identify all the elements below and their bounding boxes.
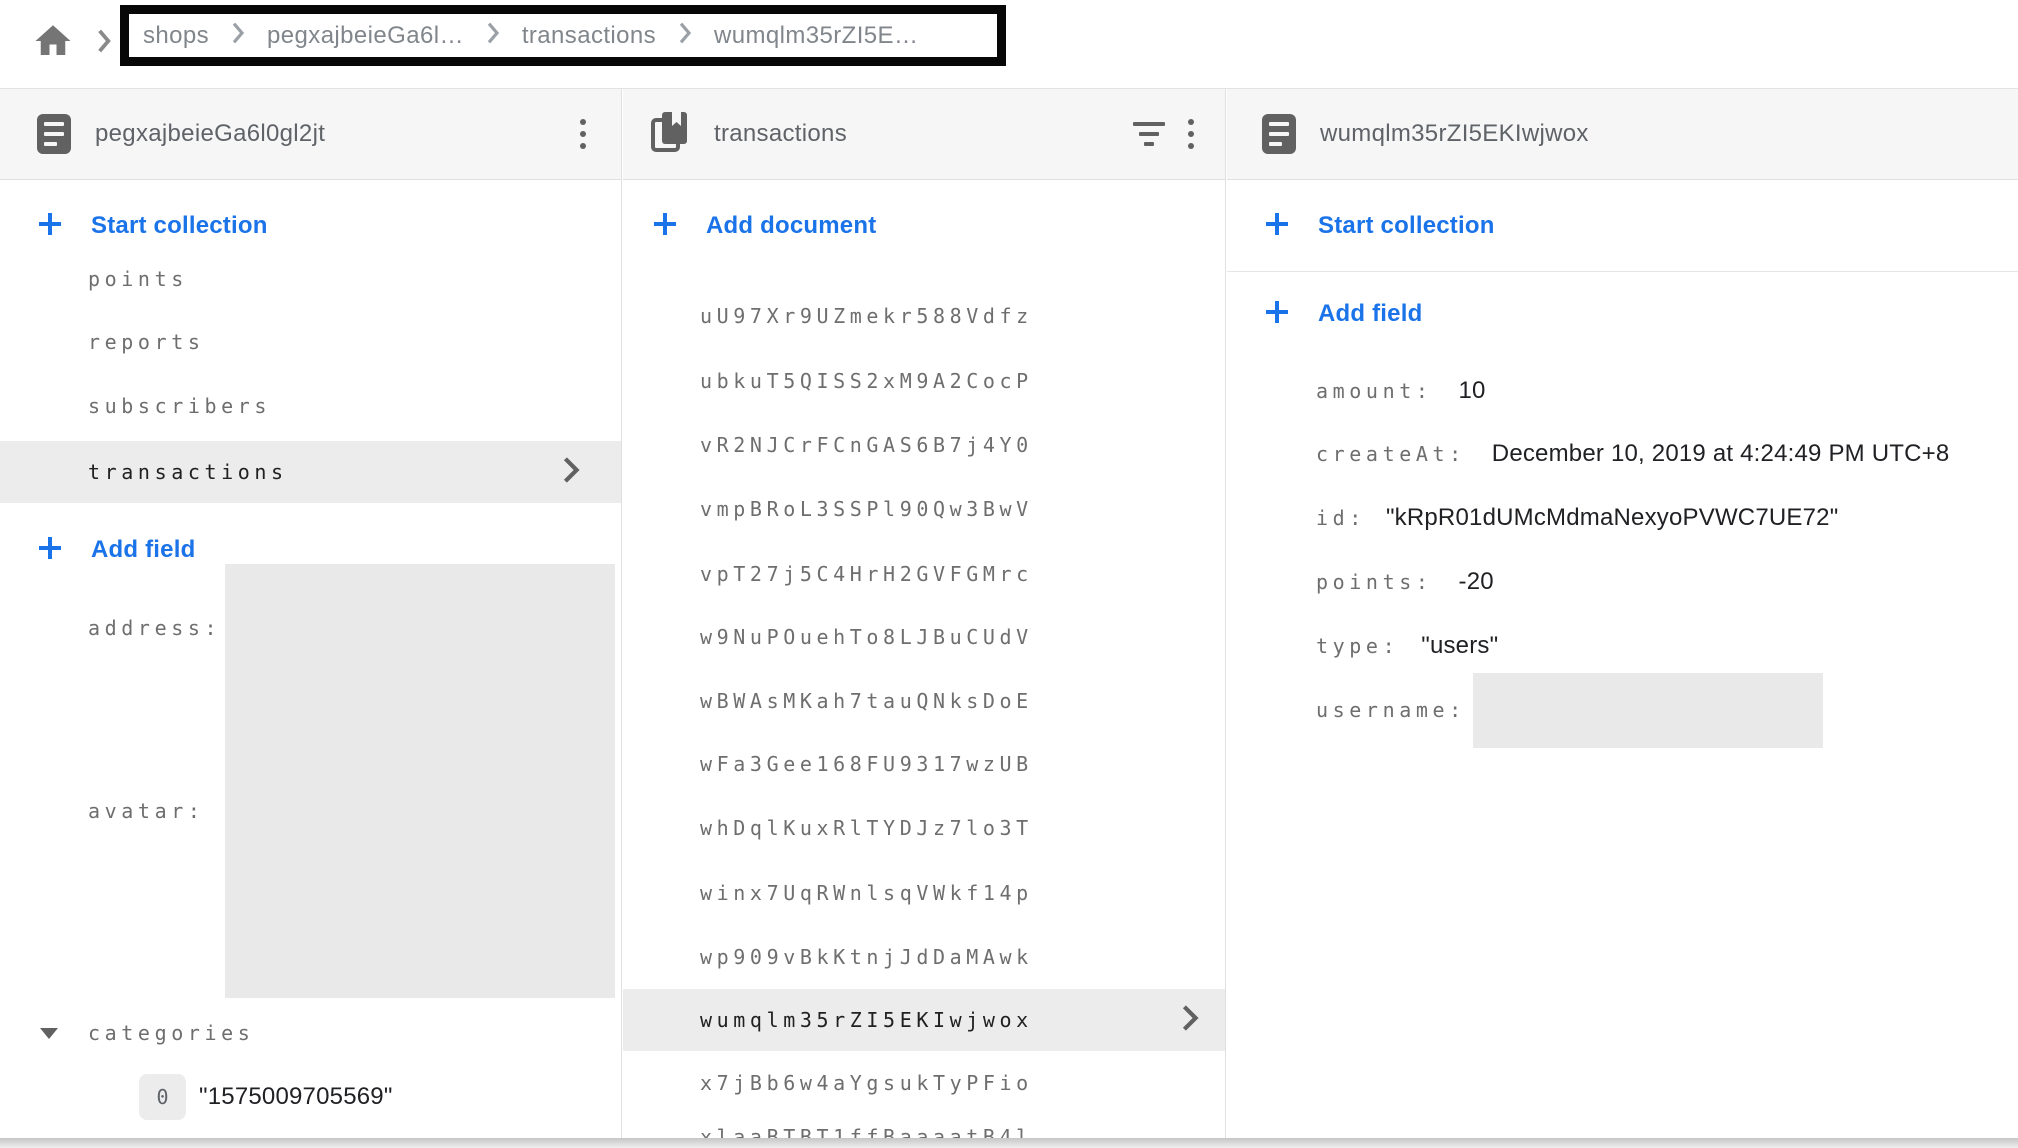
- collapse-triangle-icon[interactable]: [40, 1028, 58, 1039]
- redacted-field-values: [225, 564, 615, 998]
- transactions-collection-panel: transactions Add document uU97Xr9UZmekr5…: [623, 89, 1226, 1138]
- add-field-button[interactable]: Add field: [1262, 292, 2018, 336]
- chevron-right-icon: [1181, 1004, 1199, 1037]
- annotation-highlight-box: shops pegxajbeieGa6l… transactions wumql…: [120, 5, 1006, 66]
- field-value[interactable]: December 10, 2019 at 4:24:49 PM UTC+8: [1492, 440, 1950, 468]
- collection-item-selected[interactable]: transactions: [0, 441, 621, 503]
- document-row-clipped[interactable]: xlaaBTBT1ffBaaaatB4l: [700, 1125, 1225, 1138]
- document-row[interactable]: w9NuPOuehTo8LJBuCUdV: [700, 615, 1225, 659]
- field-value[interactable]: "users": [1421, 632, 1498, 660]
- collection-item[interactable]: points: [88, 257, 621, 301]
- shop-document-panel-header: pegxajbeieGa6l0gl2jt: [0, 89, 621, 180]
- chevron-right-icon: [562, 456, 580, 489]
- collection-item[interactable]: subscribers: [88, 384, 621, 428]
- firestore-data-viewer: shops pegxajbeieGa6l… transactions wumql…: [0, 0, 2018, 1148]
- plus-icon: [1262, 297, 1292, 332]
- document-icon: [1262, 114, 1296, 154]
- field-label: id:: [1316, 506, 1366, 530]
- document-panel-header: wumqlm35rZI5EKIwjwox: [1227, 89, 2018, 180]
- home-icon[interactable]: [32, 20, 74, 67]
- field-row-createAt[interactable]: createAt: December 10, 2019 at 4:24:49 P…: [1316, 432, 2018, 476]
- breadcrumb-item-shop-id[interactable]: pegxajbeieGa6l…: [267, 22, 464, 50]
- document-row[interactable]: x7jBb6w4aYgsukTyPFio: [700, 1061, 1225, 1105]
- document-row-selected[interactable]: wumqlm35rZI5EKIwjwox: [623, 989, 1225, 1051]
- start-collection-button[interactable]: Start collection: [35, 204, 621, 248]
- array-item-value[interactable]: "1575009705569": [199, 1083, 393, 1111]
- shop-document-panel: pegxajbeieGa6l0gl2jt Start collection po…: [0, 89, 622, 1138]
- panel-title: transactions: [714, 120, 847, 148]
- transactions-panel-header: transactions: [623, 89, 1225, 180]
- field-row-id[interactable]: id: "kRpR01dUMcMdmaNexyoPVWC7UE72": [1316, 496, 2018, 540]
- document-row[interactable]: vmpBRoL3SSPl90Qw3BwV: [700, 487, 1225, 531]
- start-collection-button[interactable]: Start collection: [1262, 204, 2018, 248]
- breadcrumb-item-shops[interactable]: shops: [143, 22, 209, 50]
- chevron-right-icon: [486, 21, 500, 50]
- field-value[interactable]: -20: [1459, 568, 1494, 596]
- field-value[interactable]: "kRpR01dUMcMdmaNexyoPVWC7UE72": [1386, 504, 1839, 532]
- collection-icon: [650, 110, 690, 159]
- divider: [1227, 271, 2018, 272]
- document-icon: [37, 114, 71, 154]
- breadcrumb-item-document[interactable]: wumqlm35rZI5E…: [714, 22, 918, 50]
- document-row[interactable]: uU97Xr9UZmekr588Vdfz: [700, 294, 1225, 338]
- bottom-edge-strip: [0, 1138, 2018, 1148]
- kebab-menu-icon[interactable]: [1171, 112, 1211, 156]
- document-detail-panel: wumqlm35rZI5EKIwjwox Start collection Ad…: [1227, 89, 2018, 1138]
- chevron-right-icon: [96, 28, 112, 59]
- document-row[interactable]: wFa3Gee168FU9317wzUB: [700, 742, 1225, 786]
- field-label: amount:: [1316, 379, 1433, 403]
- add-document-button[interactable]: Add document: [650, 204, 1225, 248]
- collection-item[interactable]: reports: [88, 320, 621, 364]
- field-row-type[interactable]: type: "users": [1316, 624, 2018, 668]
- field-label: type:: [1316, 634, 1399, 658]
- document-row[interactable]: wp909vBkKtnjJdDaMAwk: [700, 935, 1225, 979]
- field-label: username:: [1316, 698, 1466, 722]
- document-row[interactable]: wBWAsMKah7tauQNksDoE: [700, 679, 1225, 723]
- document-row[interactable]: whDqlKuxRlTYDJz7lo3T: [700, 806, 1225, 850]
- field-label: points:: [1316, 570, 1433, 594]
- document-row[interactable]: winx7UqRWnlsqVWkf14p: [700, 871, 1225, 915]
- field-row-amount[interactable]: amount: 10: [1316, 369, 2018, 413]
- field-label: createAt:: [1316, 442, 1466, 466]
- plus-icon: [35, 533, 65, 568]
- firestore-panels: pegxajbeieGa6l0gl2jt Start collection po…: [0, 89, 2018, 1138]
- document-row[interactable]: ubkuT5QISS2xM9A2CocP: [700, 359, 1225, 403]
- filter-icon[interactable]: [1127, 112, 1171, 156]
- field-row-points[interactable]: points: -20: [1316, 560, 2018, 604]
- redacted-username-value: [1473, 673, 1823, 748]
- field-row-categories[interactable]: categories: [0, 1011, 621, 1055]
- array-item-row[interactable]: 0 "1575009705569": [0, 1075, 621, 1119]
- breadcrumb: shops pegxajbeieGa6l… transactions wumql…: [0, 0, 2018, 89]
- chevron-right-icon: [231, 21, 245, 50]
- kebab-menu-icon[interactable]: [563, 112, 603, 156]
- chevron-right-icon: [678, 21, 692, 50]
- field-value[interactable]: 10: [1459, 377, 1486, 405]
- panel-title: wumqlm35rZI5EKIwjwox: [1320, 120, 1589, 148]
- breadcrumb-item-transactions[interactable]: transactions: [522, 22, 656, 50]
- array-index-badge: 0: [139, 1074, 186, 1120]
- plus-icon: [650, 209, 680, 244]
- plus-icon: [35, 209, 65, 244]
- panel-title: pegxajbeieGa6l0gl2jt: [95, 120, 325, 148]
- plus-icon: [1262, 209, 1292, 244]
- document-row[interactable]: vR2NJCrFCnGAS6B7j4Y0: [700, 423, 1225, 467]
- document-row[interactable]: vpT27j5C4HrH2GVFGMrc: [700, 552, 1225, 596]
